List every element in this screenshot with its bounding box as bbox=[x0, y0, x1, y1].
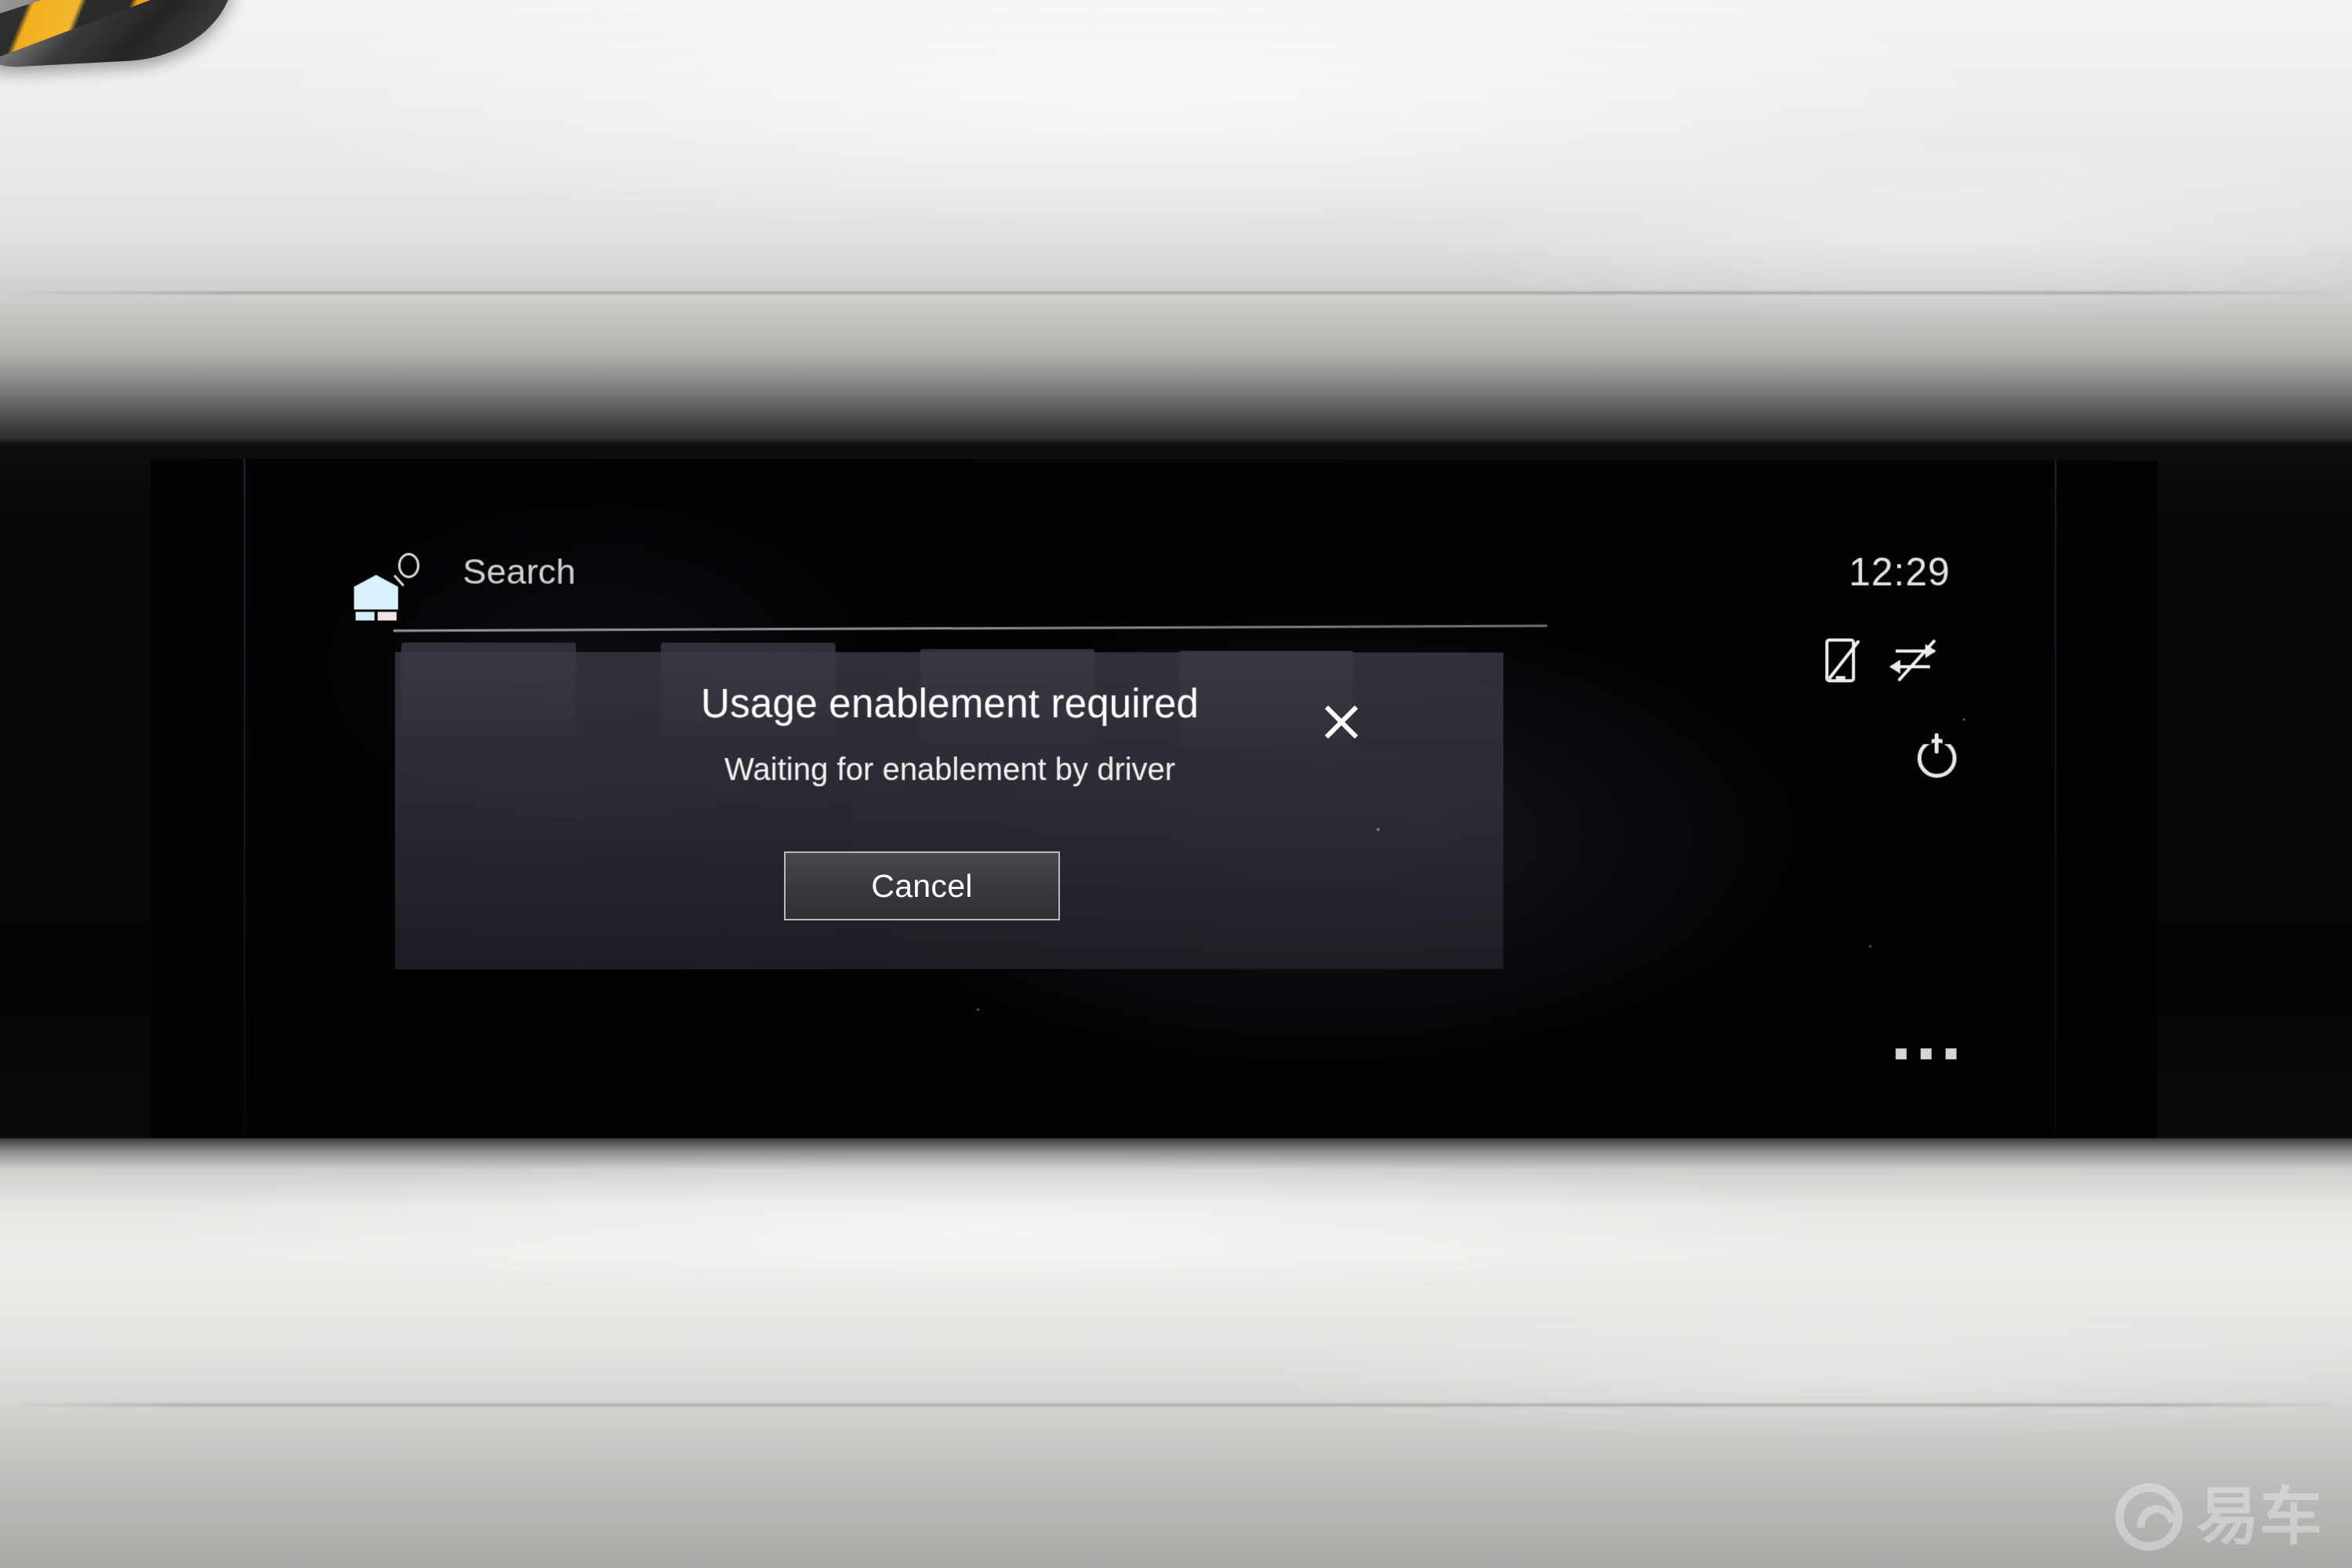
transfer-icon-slash bbox=[1896, 639, 1936, 682]
more-dot-2 bbox=[1920, 1048, 1932, 1060]
status-clock: 12:29 bbox=[1849, 550, 1951, 594]
search-icon-lens bbox=[397, 553, 419, 579]
screen-dust-2 bbox=[1869, 945, 1872, 948]
upper-dashboard-seam bbox=[0, 292, 2352, 294]
display-recess-top-edge bbox=[0, 436, 2352, 447]
infotainment-display[interactable]: Search 12:29 Usage enablement required W… bbox=[151, 458, 2158, 1148]
lower-dashboard-seam bbox=[0, 1403, 2352, 1406]
transfer-arrow-right bbox=[1895, 649, 1935, 653]
dialog-cancel-button[interactable]: Cancel bbox=[784, 851, 1060, 920]
search-bar-underline bbox=[393, 624, 1548, 633]
watermark: 易车 bbox=[2115, 1483, 2322, 1551]
phone-icon-button bbox=[1835, 676, 1846, 680]
data-transfer-disabled-icon bbox=[1885, 639, 1940, 682]
yiche-circle-logo-icon bbox=[2115, 1483, 2183, 1551]
screen-bezel-left bbox=[243, 458, 245, 1148]
more-options-icon[interactable] bbox=[1895, 1048, 1957, 1060]
lower-dashboard bbox=[0, 1138, 2352, 1568]
search-bar[interactable]: Search bbox=[393, 546, 1414, 605]
dialog-close-icon[interactable] bbox=[1317, 698, 1366, 746]
home-icon-bar-left bbox=[355, 612, 375, 621]
home-icon[interactable] bbox=[354, 575, 398, 621]
dialog-message: Waiting for enablement by driver bbox=[724, 752, 1176, 788]
phone-disabled-icon bbox=[1824, 637, 1860, 684]
screen-dust-3 bbox=[1962, 718, 1965, 721]
screen-bezel-right bbox=[2054, 460, 2056, 1145]
home-icon-bar-right bbox=[377, 612, 397, 621]
search-input-placeholder[interactable]: Search bbox=[463, 551, 575, 592]
more-dot-3 bbox=[1945, 1048, 1957, 1060]
power-icon-stem bbox=[1934, 733, 1939, 754]
home-icon-body bbox=[354, 575, 398, 609]
car-interior-scene: Search 12:29 Usage enablement required W… bbox=[0, 0, 2352, 1568]
search-icon bbox=[393, 553, 428, 587]
status-icon-group bbox=[1822, 633, 1970, 688]
watermark-text: 易车 bbox=[2197, 1480, 2322, 1553]
upper-dashboard bbox=[0, 0, 2352, 470]
more-dot-1 bbox=[1895, 1048, 1907, 1060]
screen-dust-1 bbox=[1376, 827, 1380, 831]
screen-dust-4 bbox=[976, 1008, 979, 1011]
power-icon[interactable] bbox=[1918, 733, 1962, 778]
